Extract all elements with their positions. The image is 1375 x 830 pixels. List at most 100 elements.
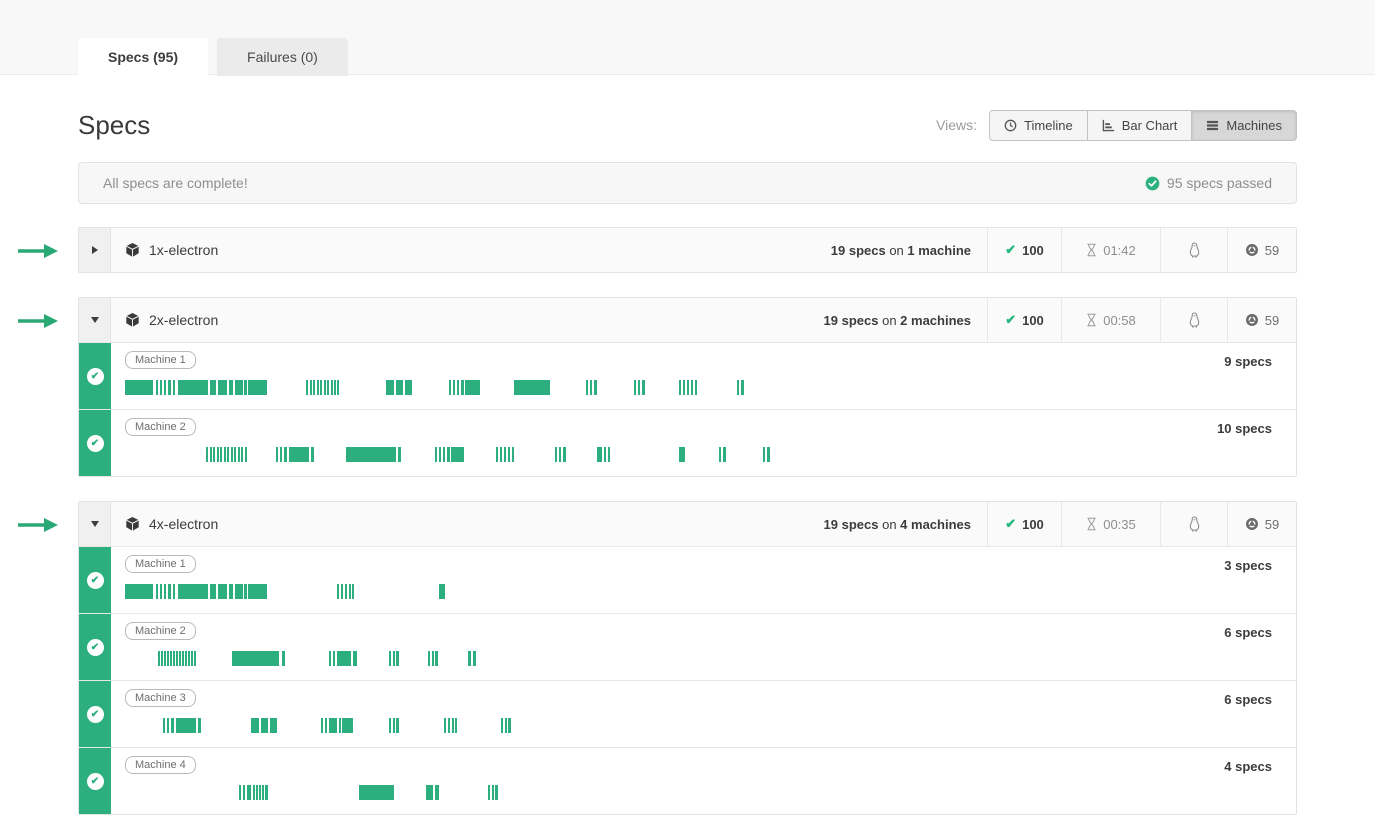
- spec-bar[interactable]: [168, 584, 171, 599]
- spec-bar[interactable]: [723, 447, 726, 462]
- spec-bar[interactable]: [473, 651, 476, 666]
- spec-bar[interactable]: [125, 584, 153, 599]
- spec-bar[interactable]: [125, 380, 153, 395]
- spec-bar[interactable]: [393, 718, 395, 733]
- spec-bar[interactable]: [512, 447, 514, 462]
- spec-bar[interactable]: [325, 718, 327, 733]
- spec-bar[interactable]: [514, 380, 550, 395]
- spec-bar[interactable]: [164, 584, 166, 599]
- expand-toggle[interactable]: [79, 228, 111, 272]
- spec-bar[interactable]: [341, 584, 343, 599]
- spec-bar[interactable]: [160, 584, 162, 599]
- spec-bar[interactable]: [435, 651, 438, 666]
- spec-bar[interactable]: [389, 718, 391, 733]
- spec-bar[interactable]: [334, 380, 336, 395]
- spec-bar[interactable]: [405, 380, 412, 395]
- spec-bar[interactable]: [337, 584, 339, 599]
- spec-bar[interactable]: [185, 651, 187, 666]
- spec-bar[interactable]: [500, 447, 502, 462]
- spec-bar[interactable]: [176, 651, 178, 666]
- spec-bar[interactable]: [346, 447, 396, 462]
- spec-bar[interactable]: [447, 447, 450, 462]
- spec-bar[interactable]: [687, 380, 689, 395]
- spec-bar[interactable]: [426, 785, 433, 800]
- spec-bar[interactable]: [608, 447, 610, 462]
- spec-bar[interactable]: [359, 785, 394, 800]
- spec-bar[interactable]: [194, 651, 196, 666]
- spec-bar[interactable]: [280, 447, 282, 462]
- spec-bar[interactable]: [213, 447, 215, 462]
- spec-bar[interactable]: [634, 380, 636, 395]
- spec-bar[interactable]: [741, 380, 744, 395]
- spec-bar[interactable]: [353, 651, 357, 666]
- spec-bar[interactable]: [311, 447, 314, 462]
- spec-bar[interactable]: [191, 651, 193, 666]
- spec-bar[interactable]: [719, 447, 721, 462]
- spec-bar[interactable]: [313, 380, 315, 395]
- spec-bar[interactable]: [342, 718, 353, 733]
- spec-bar[interactable]: [235, 584, 243, 599]
- spec-bar[interactable]: [443, 447, 445, 462]
- spec-group-header[interactable]: 2x-electron 19 specs on 2 machines ✔ 100…: [79, 298, 1296, 342]
- spec-bar[interactable]: [232, 651, 279, 666]
- spec-bar[interactable]: [224, 447, 226, 462]
- spec-bar[interactable]: [198, 718, 201, 733]
- spec-bar[interactable]: [256, 785, 258, 800]
- spec-bar[interactable]: [453, 380, 455, 395]
- spec-bar[interactable]: [306, 380, 308, 395]
- spec-bar[interactable]: [337, 651, 351, 666]
- spec-bar[interactable]: [501, 718, 503, 733]
- spec-bar[interactable]: [352, 584, 354, 599]
- spec-bar[interactable]: [393, 651, 395, 666]
- spec-bar[interactable]: [642, 380, 645, 395]
- spec-bar[interactable]: [276, 447, 278, 462]
- spec-bar[interactable]: [241, 447, 243, 462]
- spec-bar[interactable]: [229, 584, 233, 599]
- spec-bar[interactable]: [324, 380, 326, 395]
- tab-failures[interactable]: Failures (0): [217, 38, 348, 76]
- spec-bar[interactable]: [763, 447, 765, 462]
- spec-bar[interactable]: [590, 380, 592, 395]
- bar-chart-view-button[interactable]: Bar Chart: [1087, 110, 1193, 141]
- spec-bar[interactable]: [262, 785, 264, 800]
- spec-bar[interactable]: [439, 584, 445, 599]
- spec-bar[interactable]: [284, 447, 287, 462]
- timeline-view-button[interactable]: Timeline: [989, 110, 1088, 141]
- spec-bar[interactable]: [176, 718, 196, 733]
- spec-bar[interactable]: [398, 447, 401, 462]
- spec-bar[interactable]: [461, 380, 464, 395]
- spec-bar[interactable]: [345, 584, 347, 599]
- spec-bar[interactable]: [737, 380, 739, 395]
- spec-bar[interactable]: [432, 651, 434, 666]
- spec-bar[interactable]: [492, 785, 494, 800]
- spec-bar[interactable]: [457, 380, 459, 395]
- spec-bar[interactable]: [235, 380, 243, 395]
- spec-bar[interactable]: [455, 718, 457, 733]
- expand-toggle[interactable]: [79, 298, 111, 342]
- spec-bar[interactable]: [604, 447, 606, 462]
- spec-bar[interactable]: [161, 651, 163, 666]
- spec-bar[interactable]: [167, 718, 169, 733]
- spec-bar[interactable]: [167, 651, 169, 666]
- spec-bar[interactable]: [597, 447, 602, 462]
- spec-bar[interactable]: [449, 380, 451, 395]
- spec-bar[interactable]: [248, 380, 267, 395]
- spec-group-header[interactable]: 4x-electron 19 specs on 4 machines ✔ 100…: [79, 502, 1296, 546]
- spec-bar[interactable]: [261, 718, 268, 733]
- spec-bar[interactable]: [231, 447, 233, 462]
- spec-group-header[interactable]: 1x-electron 19 specs on 1 machine ✔ 100 …: [79, 228, 1296, 272]
- spec-bar[interactable]: [679, 380, 681, 395]
- spec-bar[interactable]: [337, 380, 339, 395]
- spec-bar[interactable]: [508, 447, 510, 462]
- spec-bar[interactable]: [559, 447, 561, 462]
- spec-bar[interactable]: [386, 380, 394, 395]
- spec-bar[interactable]: [282, 651, 285, 666]
- spec-bar[interactable]: [218, 380, 227, 395]
- spec-bar[interactable]: [396, 718, 399, 733]
- spec-bar[interactable]: [468, 651, 471, 666]
- spec-bar[interactable]: [170, 651, 172, 666]
- spec-bar[interactable]: [496, 447, 498, 462]
- spec-bar[interactable]: [168, 380, 171, 395]
- spec-bar[interactable]: [220, 447, 222, 462]
- spec-bar[interactable]: [327, 380, 329, 395]
